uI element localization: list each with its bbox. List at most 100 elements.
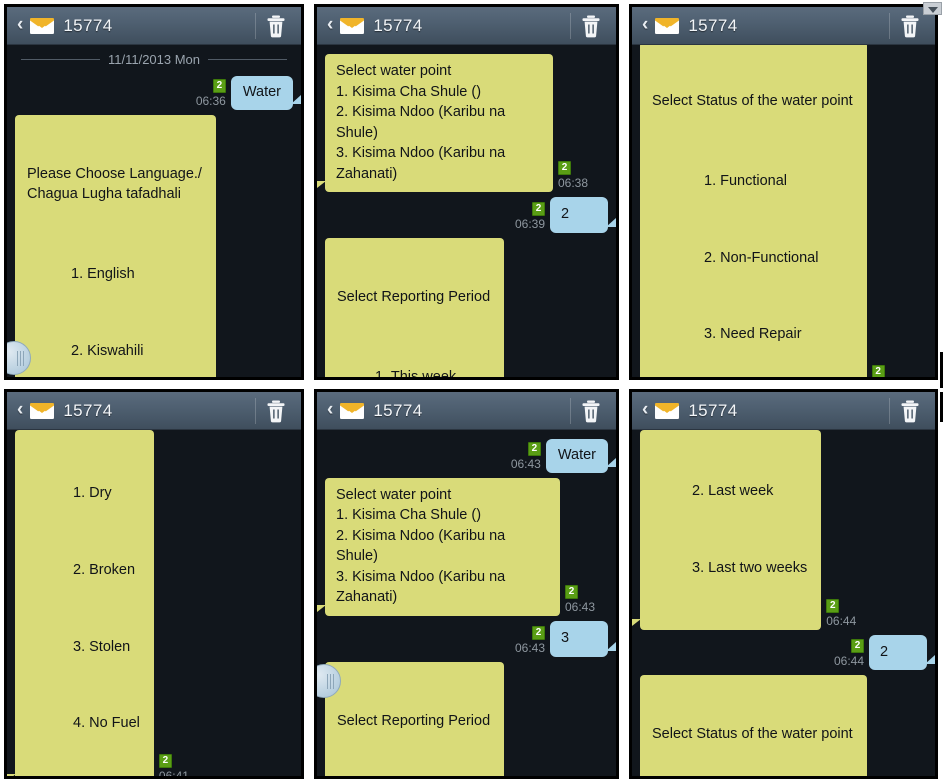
message-bubble-outgoing[interactable]: 3 (550, 621, 616, 657)
back-chevron-icon[interactable]: ‹ (15, 15, 29, 36)
back-chevron-icon[interactable]: ‹ (15, 400, 29, 421)
sim-badge: 2 (851, 639, 864, 654)
menu-option[interactable]: 3. Stolen (27, 637, 140, 658)
message-row: 2 06:43 Water (325, 439, 616, 473)
conversation-body-2[interactable]: Select water point 1. Kisima Cha Shule (… (317, 45, 616, 377)
menu-option[interactable]: 3. Last two weeks (652, 558, 807, 579)
message-row: Select Status of the water point 1. Func… (640, 675, 927, 776)
message-bubble-incoming[interactable]: Select Reporting Period 1. This week 2. … (325, 238, 505, 377)
trash-icon[interactable] (899, 399, 921, 423)
message-bubble-incoming[interactable]: Please Choose Language./ Chagua Lugha ta… (15, 114, 216, 377)
header-divider (255, 12, 256, 39)
message-bubble-incoming[interactable]: 2. Last week 3. Last two weeks (632, 430, 822, 630)
timestamp: 06:36 (195, 93, 226, 108)
message-bubble-incoming[interactable]: Select Reporting Period 1. This week 2. … (325, 661, 505, 776)
menu-option[interactable]: 1. Functional (652, 171, 853, 192)
menu-option[interactable]: 2. Broken (27, 560, 140, 581)
menu-title: Select Status of the water point (652, 93, 853, 110)
trash-icon[interactable] (899, 14, 921, 38)
timestamp: 06:44 (833, 654, 864, 669)
back-chevron-icon[interactable]: ‹ (325, 400, 339, 421)
sim-badge: 2 (826, 598, 840, 613)
trash-icon[interactable] (580, 399, 602, 423)
timestamp: 06:39 (514, 217, 545, 232)
message-row: 2 06:36 Water (15, 76, 301, 110)
envelope-icon (29, 401, 55, 420)
message-row: Please Choose Language./ Chagua Lugha ta… (7, 114, 293, 377)
menu-option[interactable]: 2. Non-Functional (652, 248, 853, 269)
menu-option[interactable]: 1. This week (337, 367, 490, 377)
conversation-title: 15774 (63, 400, 113, 420)
conversation-title: 15774 (373, 400, 423, 420)
conversation-title: 15774 (688, 400, 738, 420)
timestamp: 06:43 (510, 456, 541, 471)
back-chevron-icon[interactable]: ‹ (640, 15, 654, 36)
conversation-body-5[interactable]: 2 06:43 Water Select water point 1. Kisi… (317, 430, 616, 776)
header-divider (889, 397, 890, 424)
phone-screen-2: ‹ 15774 Select water point 1. Kisima Cha… (314, 4, 619, 380)
message-row: Select Reporting Period 1. This week 2. … (317, 661, 608, 776)
sim-badge: 2 (158, 754, 172, 769)
envelope-icon (339, 16, 365, 35)
menu-title: Select Status of the water point (652, 726, 853, 743)
panel-cell-3: ‹ 15774 Select Status of the water point… (625, 0, 944, 385)
message-row: Select water point 1. Kisima Cha Shule (… (317, 477, 608, 617)
trash-icon[interactable] (580, 14, 602, 38)
message-bubble-outgoing[interactable]: Water (230, 76, 301, 110)
conversation-title: 15774 (373, 15, 423, 35)
message-meta: 2 06:41 (158, 754, 189, 776)
menu-option[interactable]: 4. No Fuel (27, 713, 140, 734)
message-bubble-incoming[interactable]: Select Status of the water point 1. Func… (640, 45, 867, 377)
date-label: 11/11/2013 Mon (107, 52, 201, 67)
timestamp: 06:41 (159, 769, 189, 776)
panel-cell-5: ‹ 15774 2 06:43 Water Select water point… (310, 385, 625, 784)
sim-badge: 2 (527, 441, 541, 456)
date-separator: 11/11/2013 Mon (15, 45, 293, 71)
conversation-body-3[interactable]: Select Status of the water point 1. Func… (632, 45, 935, 377)
back-chevron-icon[interactable]: ‹ (640, 400, 654, 421)
sms-header: ‹ 15774 (317, 7, 616, 45)
sim-badge: 2 (212, 78, 226, 93)
phone-screen-4: ‹ 15774 1. Dry 2. Broken 3. Stolen 4. No… (4, 389, 304, 779)
menu-title: Select Reporting Period (337, 712, 491, 729)
phone-screen-6: ‹ 15774 2. Last week 3. Last two weeks 2… (629, 389, 938, 779)
menu-option[interactable]: 1. English (27, 264, 202, 285)
message-meta: 2 06:44 (834, 639, 864, 670)
message-bubble-incoming[interactable]: 1. Dry 2. Broken 3. Stolen 4. No Fuel (7, 430, 154, 776)
conversation-body-4[interactable]: 1. Dry 2. Broken 3. Stolen 4. No Fuel 2 … (7, 430, 301, 776)
sim-badge: 2 (532, 202, 545, 217)
message-bubble-incoming[interactable]: Select water point 1. Kisima Cha Shule (… (317, 54, 553, 193)
message-bubble-outgoing[interactable]: 2 (869, 634, 935, 671)
message-bubble-incoming[interactable]: Select water point 1. Kisima Cha Shule (… (317, 477, 560, 617)
divider-line (21, 59, 100, 60)
message-meta: 2 06:38 (558, 161, 588, 192)
sms-header: ‹ 15774 (317, 392, 616, 430)
panel-cell-1: ‹ 15774 11/11/2013 Mon 2 06:36 Water Ple… (0, 0, 310, 385)
message-row: 2. Last week 3. Last two weeks 2 06:44 (632, 430, 927, 630)
message-bubble-incoming[interactable]: Select Status of the water point 1. Func… (640, 675, 867, 776)
divider-line (208, 59, 288, 60)
sms-header: ‹ 15774 (632, 392, 935, 430)
message-bubble-outgoing[interactable]: Water (545, 439, 616, 473)
back-chevron-icon[interactable]: ‹ (325, 15, 339, 36)
sms-header: ‹ 15774 (7, 7, 301, 45)
conversation-body-6[interactable]: 2. Last week 3. Last two weeks 2 06:44 2 (632, 430, 935, 776)
header-divider (889, 12, 890, 39)
trash-icon[interactable] (265, 14, 287, 38)
message-row: 1. Dry 2. Broken 3. Stolen 4. No Fuel 2 … (7, 430, 293, 776)
panel-cell-4: ‹ 15774 1. Dry 2. Broken 3. Stolen 4. No… (0, 385, 310, 784)
phone-screen-5: ‹ 15774 2 06:43 Water Select water point… (314, 389, 619, 779)
menu-option[interactable]: 2. Last week (652, 481, 807, 502)
message-meta: 2 06:43 (510, 441, 541, 473)
message-row: 2 06:44 2 (640, 634, 935, 671)
sms-header: ‹ 15774 (7, 392, 301, 430)
menu-option[interactable]: 1. Dry (27, 483, 140, 504)
chevron-down-icon[interactable] (923, 2, 942, 15)
menu-option[interactable]: 3. Need Repair (652, 324, 853, 345)
menu-option[interactable]: 2. Kiswahili (27, 341, 202, 362)
message-bubble-outgoing[interactable]: 2 (550, 197, 616, 234)
sim-badge: 2 (558, 161, 571, 176)
conversation-body-1[interactable]: 11/11/2013 Mon 2 06:36 Water Please Choo… (7, 45, 301, 377)
panel-grid: ‹ 15774 11/11/2013 Mon 2 06:36 Water Ple… (0, 0, 944, 784)
trash-icon[interactable] (265, 399, 287, 423)
